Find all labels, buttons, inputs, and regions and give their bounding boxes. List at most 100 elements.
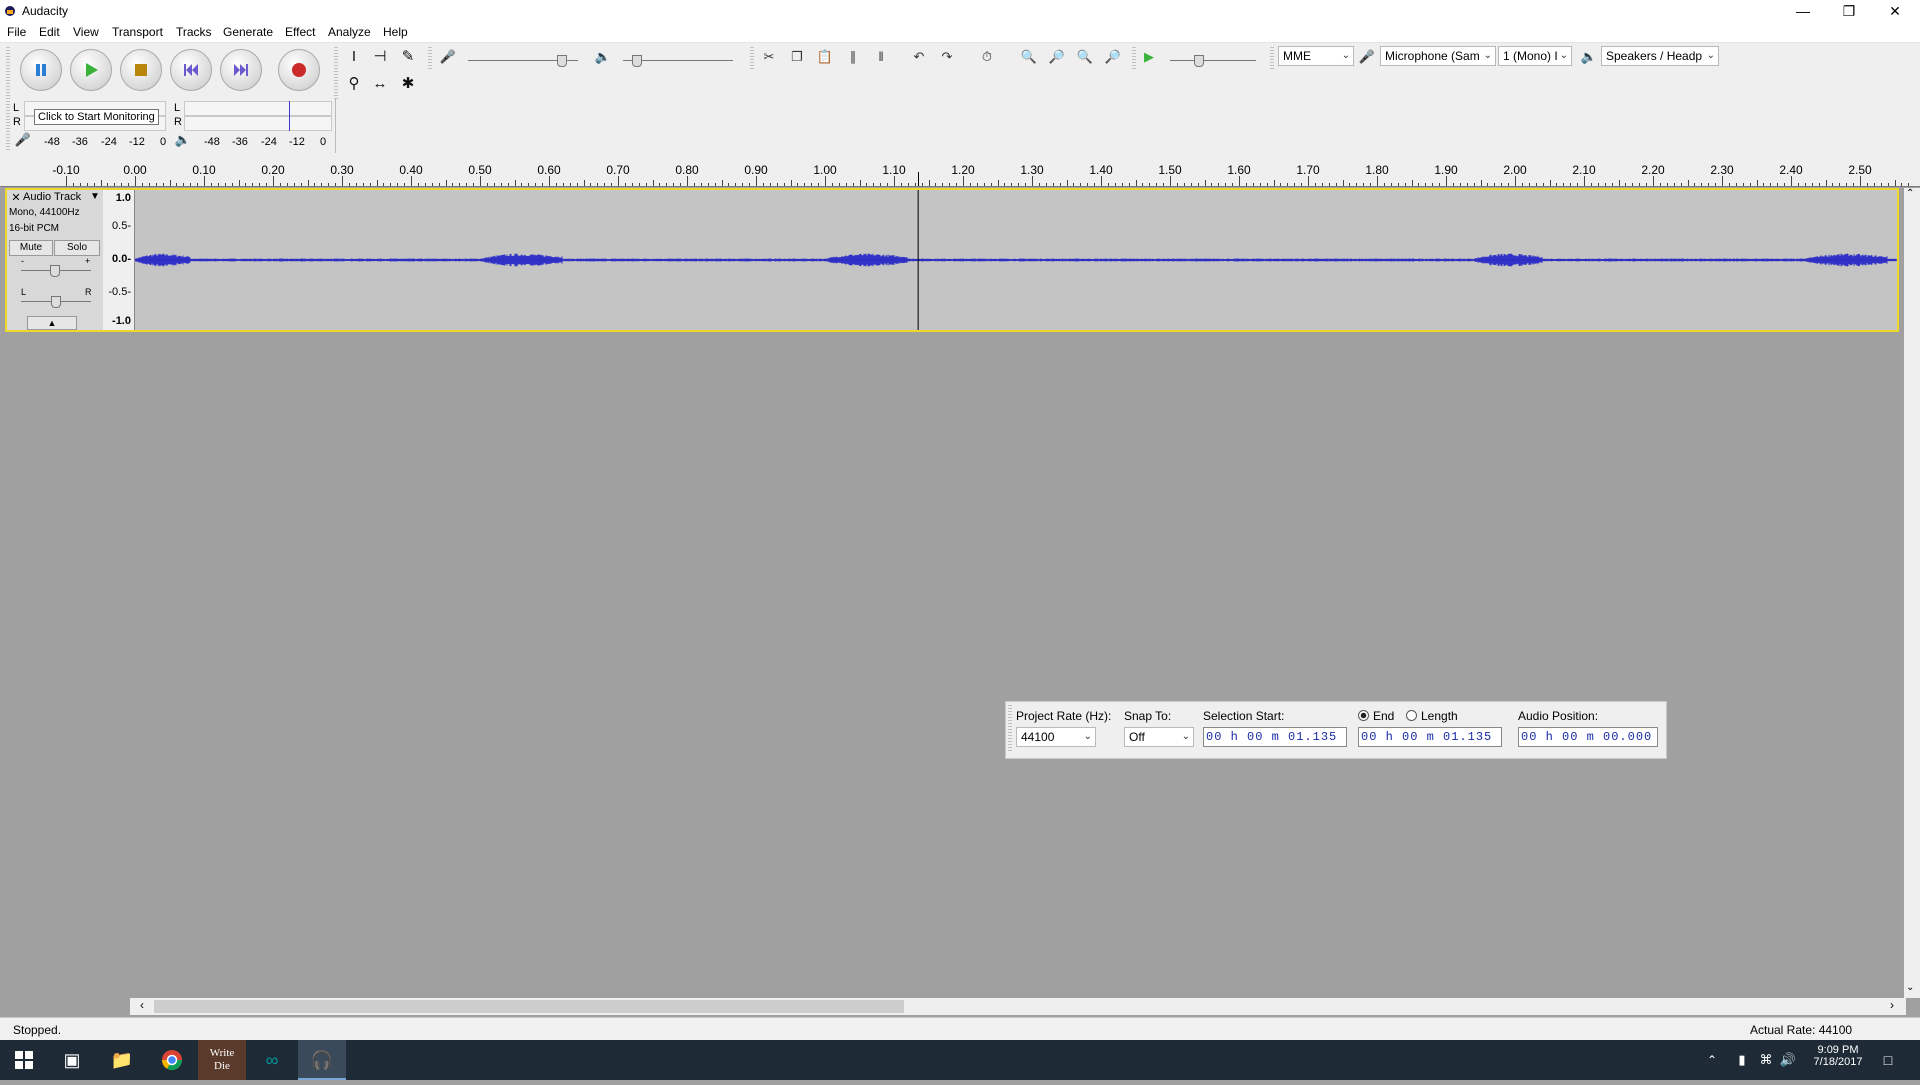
paste-icon[interactable]: 📋 — [814, 46, 836, 68]
amplitude-ruler[interactable]: 1.0 0.5- 0.0- -0.5- -1.0 — [103, 190, 135, 330]
selection-tool-icon[interactable]: I — [343, 46, 365, 68]
selection-end-field[interactable]: 00 h 00 m 01.135 s — [1358, 727, 1502, 747]
horizontal-scrollbar[interactable]: ‹ › — [130, 998, 1906, 1015]
menu-file[interactable]: File — [7, 25, 26, 39]
scroll-down-icon[interactable]: ⌄ — [1906, 982, 1914, 993]
scroll-left-icon[interactable]: ‹ — [140, 998, 144, 1012]
task-view-icon[interactable]: ▣ — [48, 1040, 96, 1080]
restore-button[interactable]: ❐ — [1826, 0, 1872, 22]
playback-device-select[interactable]: Speakers / Headp ⌄ — [1601, 46, 1719, 66]
arduino-icon[interactable]: ∞ — [248, 1040, 296, 1080]
minimize-button[interactable]: — — [1780, 0, 1826, 22]
play-at-speed-icon[interactable]: ▶ — [1138, 46, 1160, 68]
menu-transport[interactable]: Transport — [112, 25, 163, 39]
selection-start-field[interactable]: 00 h 00 m 01.135 s — [1203, 727, 1347, 747]
menu-edit[interactable]: Edit — [39, 25, 60, 39]
wifi-icon[interactable]: ⌘ — [1756, 1040, 1776, 1080]
write-or-die-icon[interactable]: Write Die — [198, 1040, 246, 1080]
play-button[interactable] — [70, 49, 112, 91]
timeline-ruler[interactable]: -0.10 0.00 0.10 0.20 0.30 0.40 0.50 0.60 0.70 0.8… — [0, 154, 1920, 187]
monitoring-tooltip[interactable]: Click to Start Monitoring — [34, 109, 159, 125]
length-radio[interactable] — [1406, 710, 1417, 721]
menu-generate[interactable]: Generate — [223, 25, 273, 39]
fit-selection-icon[interactable]: 🔍 — [1074, 46, 1096, 68]
zoom-in-icon[interactable]: 🔍 — [1018, 46, 1040, 68]
recording-channels-select[interactable]: 1 (Mono) I ⌄ — [1498, 46, 1572, 66]
toolbar-grip[interactable] — [334, 47, 338, 99]
playback-meter-right[interactable] — [184, 116, 332, 131]
menu-analyze[interactable]: Analyze — [328, 25, 371, 39]
silence-icon[interactable]: ‖ — [870, 46, 892, 68]
toolbar-grip[interactable] — [1008, 705, 1012, 753]
recording-device-select[interactable]: Microphone (Sam ⌄ — [1380, 46, 1496, 66]
scroll-up-icon[interactable]: ⌃ — [1906, 188, 1914, 199]
ruler-tick — [866, 183, 868, 186]
copy-icon[interactable]: ❐ — [786, 46, 808, 68]
playback-meter-icon[interactable]: 🔈 — [172, 129, 194, 151]
toolbar-grip[interactable] — [1132, 47, 1136, 69]
menu-view[interactable]: View — [73, 25, 99, 39]
audio-host-select[interactable]: MME ⌄ — [1278, 46, 1354, 66]
start-icon[interactable] — [0, 1040, 48, 1080]
mute-button[interactable]: Mute — [9, 240, 53, 256]
snap-to-select[interactable]: Off ⌄ — [1124, 727, 1194, 747]
toolbar-grip[interactable] — [1270, 47, 1274, 69]
playback-volume-thumb[interactable] — [632, 55, 642, 67]
envelope-tool-icon[interactable]: ⊣ — [369, 46, 391, 68]
vertical-scrollbar[interactable]: ⌃ ⌄ — [1904, 188, 1920, 998]
play-speed-thumb[interactable] — [1194, 55, 1204, 67]
zoom-out-icon[interactable]: 🔎 — [1046, 46, 1068, 68]
close-window-button[interactable]: ✕ — [1872, 0, 1918, 22]
gain-slider-thumb[interactable] — [50, 265, 60, 277]
battery-icon[interactable]: ▮ — [1732, 1040, 1752, 1080]
multi-tool-icon[interactable]: ✱ — [397, 73, 419, 95]
volume-icon[interactable]: 🔊 — [1778, 1040, 1798, 1080]
undo-icon[interactable]: ↶ — [908, 46, 930, 68]
redo-icon[interactable]: ↷ — [936, 46, 958, 68]
skip-to-end-button[interactable] — [220, 49, 262, 91]
record-button[interactable] — [278, 49, 320, 91]
track-name-button[interactable]: Audio Track ▼ — [23, 191, 101, 205]
clock[interactable]: 9:09 PM 7/18/2017 — [1800, 1044, 1876, 1068]
fit-project-icon[interactable]: 🔎 — [1102, 46, 1124, 68]
sync-lock-icon[interactable]: ⏱ — [976, 46, 998, 68]
record-meter-icon[interactable]: 🎤 — [12, 129, 34, 151]
toolbar-grip[interactable] — [750, 47, 754, 69]
ruler-tick — [1701, 183, 1703, 186]
show-hidden-icons-icon[interactable]: ⌃ — [1702, 1040, 1722, 1080]
toolbar-grip[interactable] — [428, 47, 432, 69]
trim-icon[interactable]: ∥ — [842, 46, 864, 68]
waveform-display[interactable] — [135, 190, 1897, 330]
menu-effect[interactable]: Effect — [285, 25, 315, 39]
chrome-icon[interactable] — [148, 1040, 196, 1080]
audio-track[interactable]: ✕ Audio Track ▼ Mono, 44100Hz 16-bit PCM… — [5, 188, 1899, 332]
pan-slider-thumb[interactable] — [51, 296, 61, 308]
skip-to-start-button[interactable] — [170, 49, 212, 91]
zoom-tool-icon[interactable]: ⚲ — [343, 73, 365, 95]
toolbar-grip[interactable] — [6, 47, 10, 99]
draw-tool-icon[interactable]: ✎ — [397, 46, 419, 68]
end-radio[interactable] — [1358, 710, 1369, 721]
solo-button[interactable]: Solo — [54, 240, 100, 256]
scroll-right-icon[interactable]: › — [1890, 998, 1894, 1012]
play-speed-slider[interactable] — [1170, 60, 1256, 61]
file-explorer-icon[interactable]: 📁 — [98, 1040, 146, 1080]
audio-position-field[interactable]: 00 h 00 m 00.000 s — [1518, 727, 1658, 747]
close-track-icon[interactable]: ✕ — [9, 192, 23, 204]
ruler-label: 2.00 — [1503, 163, 1527, 177]
action-center-icon[interactable]: □ — [1868, 1040, 1908, 1080]
cut-icon[interactable]: ✂ — [758, 46, 780, 68]
collapse-track-icon[interactable]: ▲ — [27, 316, 77, 330]
horizontal-scroll-thumb[interactable] — [154, 1000, 904, 1013]
playback-meter-left[interactable] — [184, 101, 332, 116]
toolbar-grip[interactable] — [6, 101, 10, 151]
time-shift-tool-icon[interactable]: ↔ — [369, 73, 391, 95]
audacity-taskbar-icon[interactable]: 🎧 — [298, 1040, 346, 1080]
stop-button[interactable] — [120, 49, 162, 91]
ruler-tick — [383, 183, 385, 186]
menu-tracks[interactable]: Tracks — [176, 25, 212, 39]
menu-help[interactable]: Help — [383, 25, 408, 39]
project-rate-select[interactable]: 44100 ⌄ — [1016, 727, 1096, 747]
pause-button[interactable] — [20, 49, 62, 91]
recording-volume-thumb[interactable] — [557, 55, 567, 67]
